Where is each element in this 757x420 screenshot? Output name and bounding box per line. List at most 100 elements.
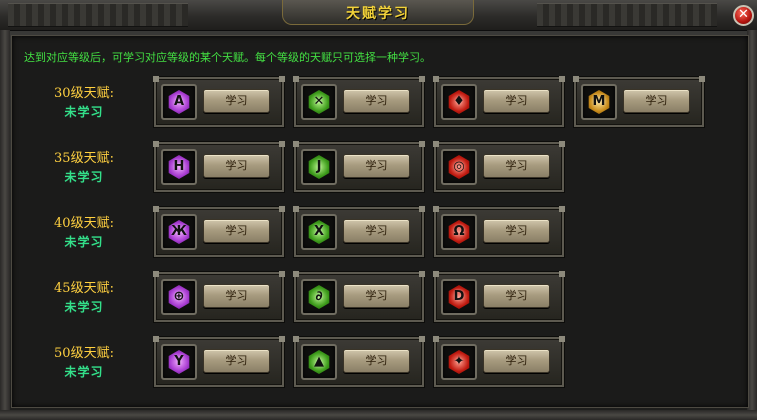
talent-row-label: 50级天赋: 未学习 (20, 345, 148, 381)
learn-button[interactable]: 学习 (203, 284, 270, 308)
talent-slot: H 学习 (153, 141, 285, 192)
talent-rune-glyph: ♦ (453, 94, 465, 109)
talent-rune-glyph: ▲ (314, 354, 324, 369)
talent-icon-frame[interactable]: ◎ (441, 149, 477, 185)
talent-rune-glyph: ⊕ (173, 289, 185, 304)
green-talent-rune-icon: ▲ (308, 350, 330, 374)
talent-slot: J 学习 (293, 141, 425, 192)
learn-button[interactable]: 学习 (483, 89, 550, 113)
green-talent-rune-icon: ✕ (308, 90, 330, 114)
talent-icon-frame[interactable]: M (581, 84, 617, 120)
green-talent-rune-icon: J (308, 155, 330, 179)
talent-icon-frame[interactable]: ▲ (301, 344, 337, 380)
talent-status-label: 未学习 (64, 235, 104, 249)
talent-slot: X 学习 (293, 206, 425, 257)
talent-rune-glyph: M (592, 94, 606, 109)
green-talent-rune-icon: X (308, 220, 330, 244)
learn-button[interactable]: 学习 (343, 219, 410, 243)
learn-button[interactable]: 学习 (343, 284, 410, 308)
talent-rune-glyph: Y (174, 354, 184, 369)
window-title: 天赋学习 (346, 6, 410, 22)
talent-rune-glyph: ✕ (313, 94, 325, 109)
talent-level-label: 35级天赋: (54, 151, 114, 166)
title-bar[interactable]: 天赋学习 ✕ (0, 0, 757, 31)
talent-slot: ✕ 学习 (293, 76, 425, 127)
learn-button[interactable]: 学习 (203, 89, 270, 113)
learn-button[interactable]: 学习 (483, 219, 550, 243)
talent-status-label: 未学习 (64, 365, 104, 379)
purple-talent-rune-icon: Y (168, 350, 190, 374)
talent-level-label: 30级天赋: (54, 86, 114, 101)
talent-icon-frame[interactable]: ✕ (301, 84, 337, 120)
talent-slot: ∂ 学习 (293, 271, 425, 322)
talent-icon-frame[interactable]: H (161, 149, 197, 185)
talent-learning-window: 天赋学习 ✕ 达到对应等级后，可学习对应等级的某个天赋。每个等级的天赋只可选择一… (0, 0, 757, 420)
talent-icon-frame[interactable]: Y (161, 344, 197, 380)
close-icon: ✕ (738, 7, 749, 22)
purple-talent-rune-icon: ⊕ (168, 285, 190, 309)
talent-row-label: 30级天赋: 未学习 (20, 85, 148, 121)
close-button[interactable]: ✕ (733, 5, 754, 26)
learn-button[interactable]: 学习 (623, 89, 690, 113)
talent-rune-glyph: A (173, 94, 185, 109)
talent-icon-frame[interactable]: ∂ (301, 279, 337, 315)
talent-icon-frame[interactable]: ♦ (441, 84, 477, 120)
talent-slot: ▲ 学习 (293, 336, 425, 387)
talent-slot: ✦ 学习 (433, 336, 565, 387)
learn-button[interactable]: 学习 (203, 349, 270, 373)
learn-button[interactable]: 学习 (483, 154, 550, 178)
talent-icon-frame[interactable]: ✦ (441, 344, 477, 380)
title-ornament-right (537, 3, 717, 27)
talent-rune-glyph: H (173, 159, 185, 174)
learn-button[interactable]: 学习 (343, 89, 410, 113)
talent-icon-frame[interactable]: A (161, 84, 197, 120)
talent-rune-glyph: D (453, 289, 465, 304)
talent-status-label: 未学习 (64, 170, 104, 184)
talent-rune-glyph: Ω (453, 224, 465, 239)
talent-slot: M 学习 (573, 76, 705, 127)
talent-rune-glyph: ✦ (453, 354, 465, 369)
red-talent-rune-icon: D (448, 285, 470, 309)
talent-icon-frame[interactable]: Ω (441, 214, 477, 250)
talent-slot: D 学习 (433, 271, 565, 322)
talent-icon-frame[interactable]: Ж (161, 214, 197, 250)
title-ornament-left (8, 3, 188, 27)
talent-icon-frame[interactable]: ⊕ (161, 279, 197, 315)
instruction-text: 达到对应等级后，可学习对应等级的某个天赋。每个等级的天赋只可选择一种学习。 (24, 51, 431, 64)
talent-rune-glyph: ◎ (453, 159, 465, 174)
green-talent-rune-icon: ∂ (308, 285, 330, 309)
talent-icon-frame[interactable]: J (301, 149, 337, 185)
talent-row-label: 40级天赋: 未学习 (20, 215, 148, 251)
talent-slot: ♦ 学习 (433, 76, 565, 127)
talent-icon-frame[interactable]: D (441, 279, 477, 315)
red-talent-rune-icon: Ω (448, 220, 470, 244)
learn-button[interactable]: 学习 (203, 219, 270, 243)
talent-level-label: 45级天赋: (54, 281, 114, 296)
talent-slot: Ж 学习 (153, 206, 285, 257)
learn-button[interactable]: 学习 (483, 284, 550, 308)
talent-slot: Ω 学习 (433, 206, 565, 257)
talent-row-label: 35级天赋: 未学习 (20, 150, 148, 186)
red-talent-rune-icon: ◎ (448, 155, 470, 179)
gold-talent-rune-icon: M (588, 90, 610, 114)
learn-button[interactable]: 学习 (203, 154, 270, 178)
talent-slot: ⊕ 学习 (153, 271, 285, 322)
talent-rune-glyph: J (316, 159, 322, 174)
frame-border-left (0, 30, 10, 420)
talent-row-label: 45级天赋: 未学习 (20, 280, 148, 316)
talent-slot: Y 学习 (153, 336, 285, 387)
talent-status-label: 未学习 (64, 105, 104, 119)
talent-rune-glyph: ∂ (315, 289, 323, 304)
learn-button[interactable]: 学习 (343, 349, 410, 373)
frame-border-bottom (0, 410, 757, 420)
talent-rune-glyph: X (313, 224, 325, 239)
red-talent-rune-icon: ♦ (448, 90, 470, 114)
learn-button[interactable]: 学习 (483, 349, 550, 373)
talent-icon-frame[interactable]: X (301, 214, 337, 250)
talent-level-label: 40级天赋: (54, 216, 114, 231)
talent-slot: A 学习 (153, 76, 285, 127)
learn-button[interactable]: 学习 (343, 154, 410, 178)
purple-talent-rune-icon: A (168, 90, 190, 114)
talent-slot: ◎ 学习 (433, 141, 565, 192)
purple-talent-rune-icon: H (168, 155, 190, 179)
